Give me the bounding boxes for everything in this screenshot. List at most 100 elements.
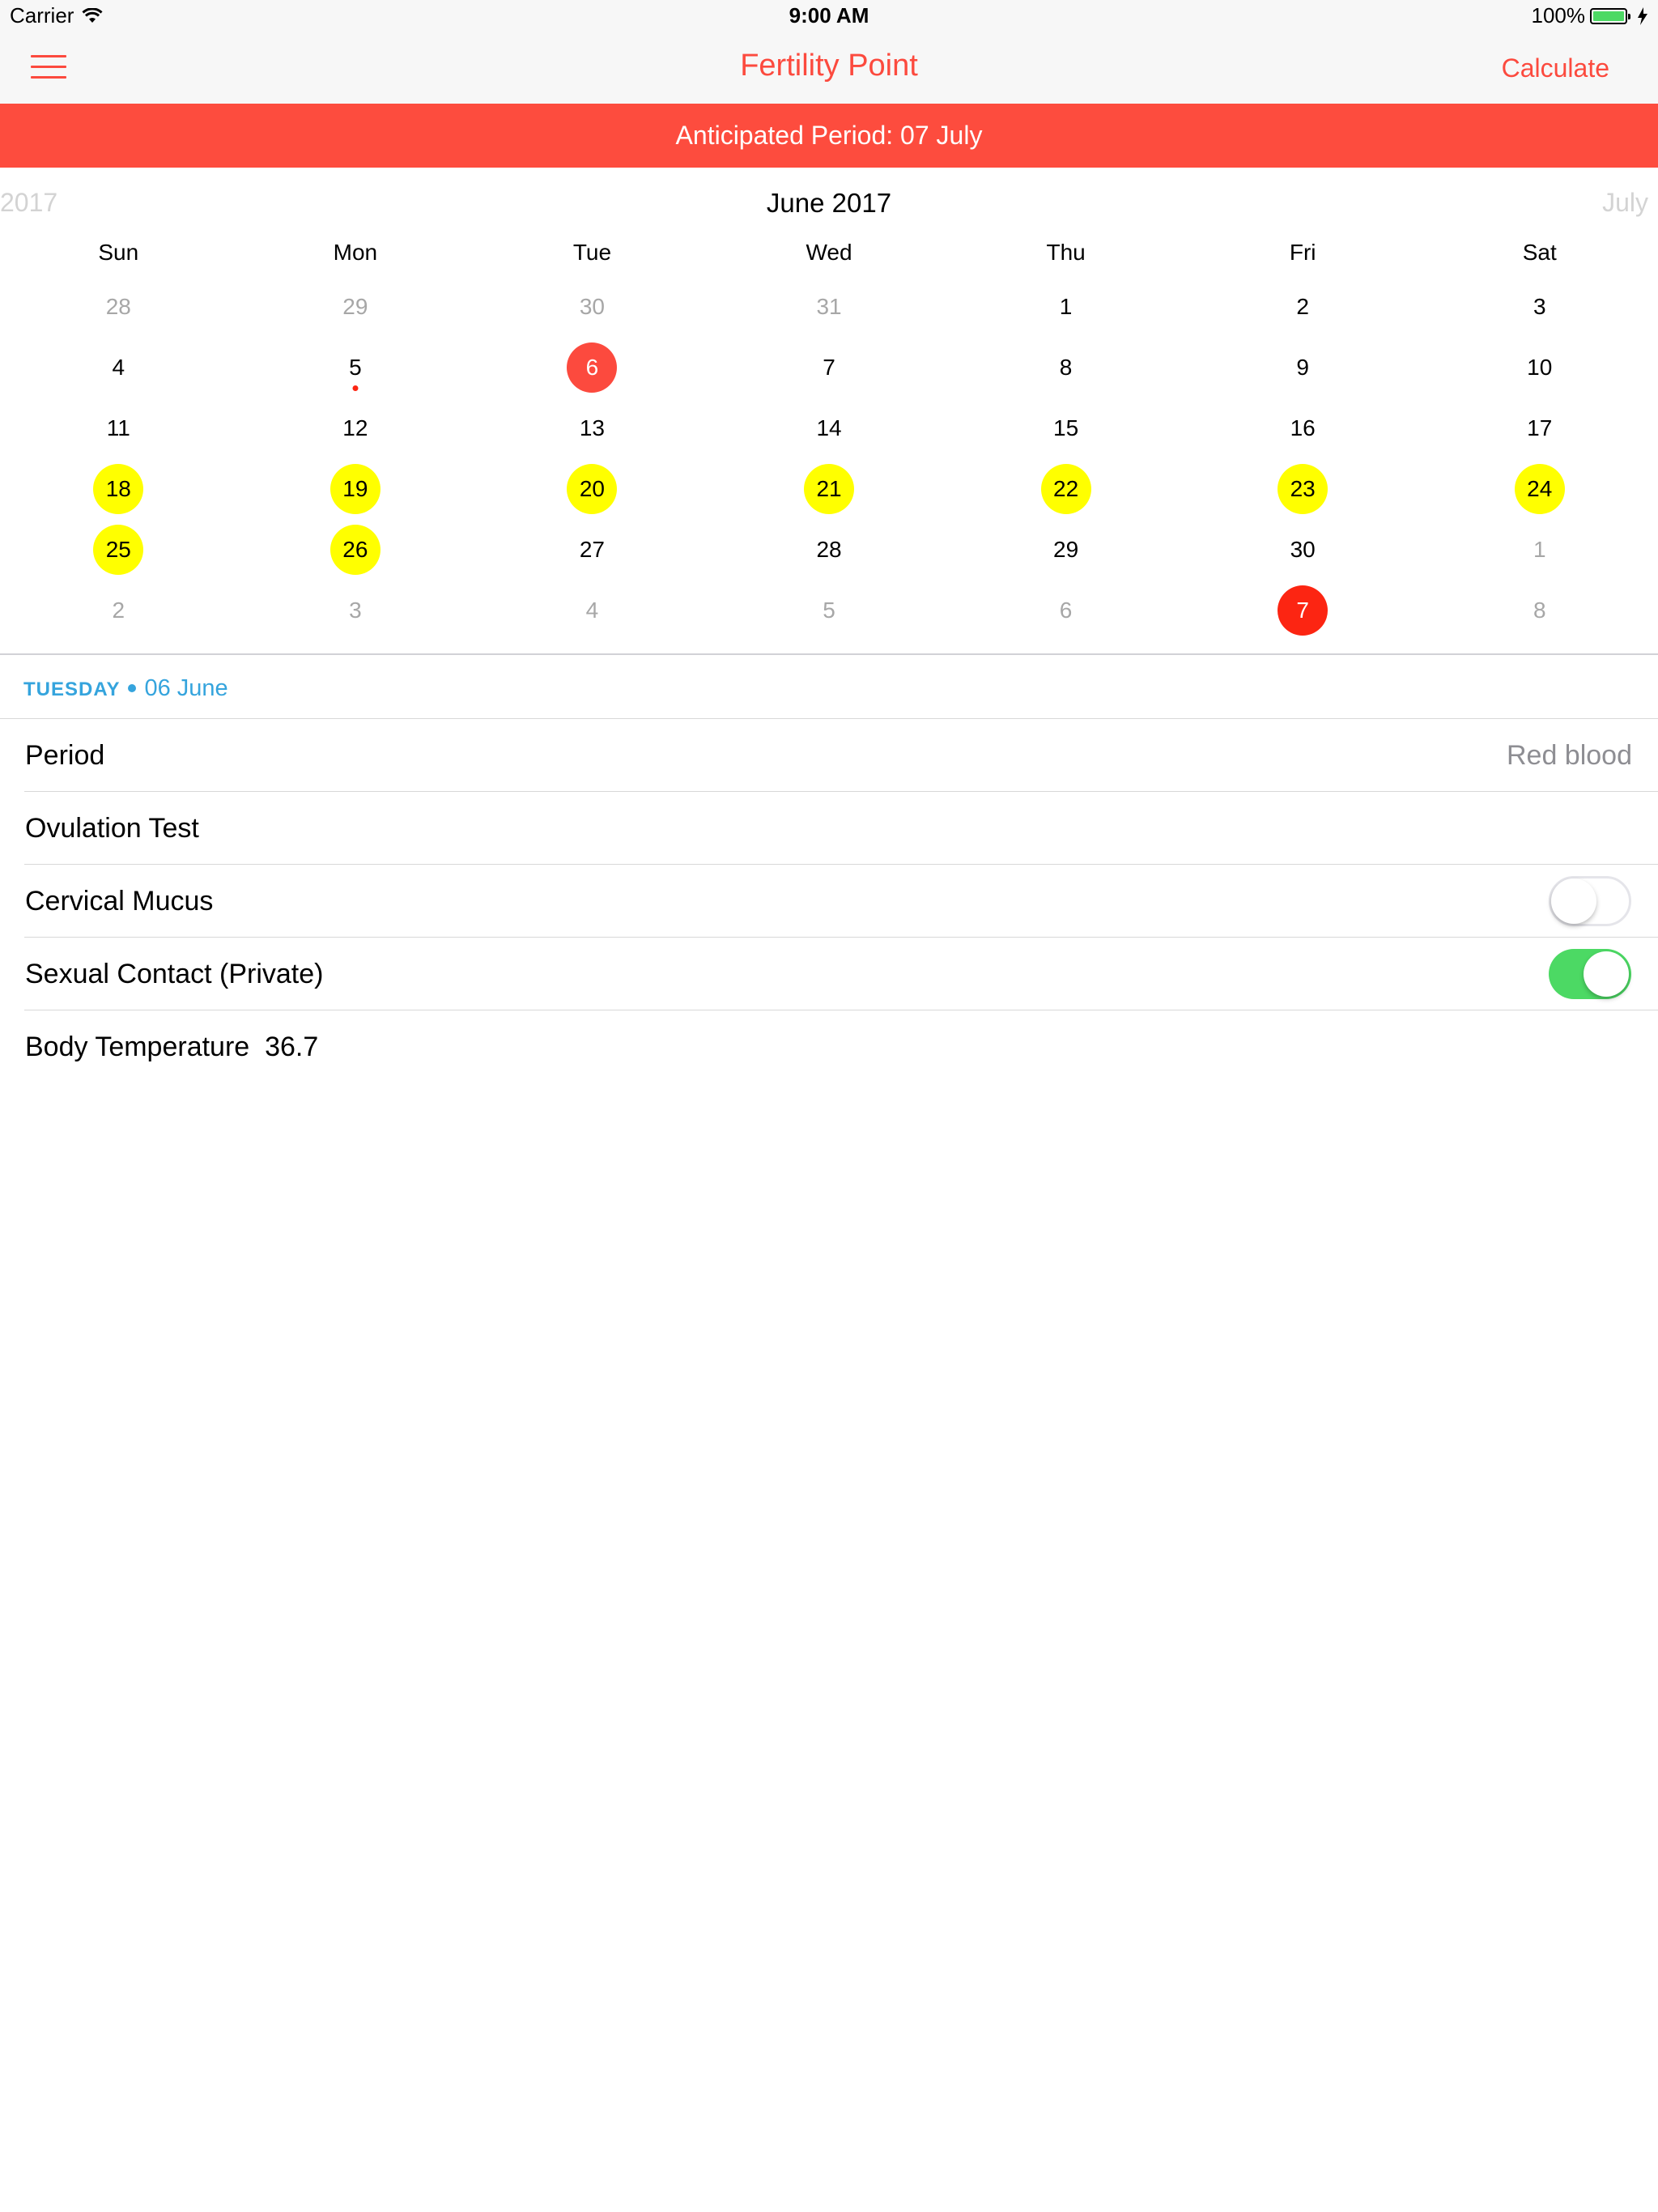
calendar-day-number: 29 [1053,536,1079,562]
calendar-day-number: 5 [823,597,835,623]
sexual-contact-toggle[interactable] [1549,949,1631,999]
separator-dot [128,684,137,692]
calendar-day-number: 27 [579,536,606,562]
calendar-day-number: 2 [112,597,125,623]
calendar-day-number: 1 [1533,536,1546,562]
calendar-day[interactable]: 31 [711,276,948,337]
calendar-day-number: 3 [349,597,362,623]
calendar-day-number: 1 [1059,293,1073,319]
calendar-day[interactable]: 1 [1421,519,1658,580]
selected-date: 06 June [144,675,228,701]
cervical-mucus-row: Cervical Mucus [0,865,1658,936]
calendar-day[interactable]: 29 [237,276,474,337]
calendar-day-number: 28 [105,293,131,319]
anticipated-period-banner: Anticipated Period: 07 July [0,104,1658,168]
calendar-day[interactable]: 10 [1421,337,1658,398]
calendar-day[interactable]: 5 [237,337,474,398]
calendar-day[interactable]: 29 [947,519,1184,580]
calendar-day[interactable]: 23 [1184,458,1422,519]
body-temperature-row[interactable]: Body Temperature 36.7 [0,1010,1658,1082]
calendar-day[interactable]: 2 [1184,276,1422,337]
calendar-day[interactable]: 25 [0,519,237,580]
calendar-day[interactable]: 27 [474,519,711,580]
clock: 9:00 AM [789,3,869,28]
calendar-day[interactable]: 8 [947,337,1184,398]
calendar-day[interactable]: 22 [947,458,1184,519]
calendar-day[interactable]: 16 [1184,398,1422,458]
calendar-day[interactable]: 1 [947,276,1184,337]
calendar-day[interactable]: 24 [1421,458,1658,519]
calendar-day-number: 10 [1527,354,1553,380]
calendar-day-number: 8 [1533,597,1546,623]
calendar-day-number: 4 [585,597,599,623]
weekday-label: Mon [333,240,378,265]
sexual-contact-row: Sexual Contact (Private) [0,938,1658,1009]
selected-date-header: TUESDAY 06 June [23,675,228,702]
body-temperature-label: Body Temperature 36.7 [25,1032,318,1063]
calendar-day-number: 7 [1278,585,1329,636]
battery-indicator: 100% [1532,3,1649,28]
calendar-day[interactable]: 26 [237,519,474,580]
calendar-day[interactable]: 5 [711,580,948,640]
calendar-day[interactable]: 3 [1421,276,1658,337]
period-row[interactable]: Period Red blood [0,719,1658,790]
next-month-button[interactable]: July [1602,188,1648,218]
calendar-day-number: 6 [567,342,618,393]
calendar-day-number: 31 [816,293,842,319]
calendar-day[interactable]: 7 [1184,580,1422,640]
weekday-header: Sun Mon Tue Wed Thu Fri Sat [0,240,1658,269]
calendar-day[interactable]: 13 [474,398,711,458]
calendar-week-row: 28 29 30 31 1 2 3 [0,276,1658,337]
calendar-day[interactable]: 21 [711,458,948,519]
app-title: Fertility Point [740,49,918,83]
calendar-day-number: 30 [1290,536,1316,562]
battery-percent: 100% [1531,3,1586,28]
calendar-day[interactable]: 28 [711,519,948,580]
calendar-day[interactable]: 8 [1421,580,1658,640]
calendar-day[interactable]: 11 [0,398,237,458]
calendar-day[interactable]: 7 [711,337,948,398]
calendar-day[interactable]: 4 [0,337,237,398]
calendar-day[interactable]: 30 [474,276,711,337]
ovulation-test-row[interactable]: Ovulation Test [0,792,1658,863]
calendar-day-number: 16 [1290,415,1316,440]
calendar-day[interactable]: 4 [474,580,711,640]
calendar-day-number: 17 [1527,415,1553,440]
calendar-day[interactable]: 17 [1421,398,1658,458]
calendar-day[interactable]: 12 [237,398,474,458]
calendar-day-number: 14 [816,415,842,440]
calendar-day[interactable]: 30 [1184,519,1422,580]
period-label: Period [25,740,105,771]
calendar-day[interactable]: 3 [237,580,474,640]
calendar-day[interactable]: 6 [947,580,1184,640]
calendar-week-row: 4 5 6 7 8 9 10 [0,337,1658,398]
calendar-day[interactable]: 6 [474,337,711,398]
battery-icon [1590,7,1630,24]
calendar-day-number: 28 [816,536,842,562]
calendar-day[interactable]: 14 [711,398,948,458]
body-temperature-value: 36.7 [265,1032,319,1062]
weekday-label: Fri [1289,240,1316,265]
calendar-day[interactable]: 2 [0,580,237,640]
weekday-label: Sat [1522,240,1557,265]
calendar-day-number: 18 [93,463,144,514]
status-bar: Carrier 9:00 AM 100% [0,0,1658,32]
calendar-day[interactable]: 9 [1184,337,1422,398]
calendar-day-number: 2 [1296,293,1309,319]
calculate-button[interactable]: Calculate [1502,53,1609,83]
calendar-day-number: 9 [1296,354,1309,380]
calendar-day-number: 3 [1533,293,1546,319]
calendar-day[interactable]: 15 [947,398,1184,458]
calendar-day-number: 26 [329,524,380,575]
calendar-day-number: 8 [1059,354,1073,380]
weekday-label: Sun [98,240,139,265]
month-title: June 2017 [766,188,892,218]
calendar-day[interactable]: 19 [237,458,474,519]
cervical-mucus-toggle[interactable] [1549,876,1631,926]
calendar-day-number: 21 [804,463,855,514]
calendar-day[interactable]: 20 [474,458,711,519]
navigation-bar: Fertility Point Calculate [0,32,1658,104]
calendar-day[interactable]: 28 [0,276,237,337]
calendar-day-number: 20 [567,463,618,514]
calendar-day[interactable]: 18 [0,458,237,519]
